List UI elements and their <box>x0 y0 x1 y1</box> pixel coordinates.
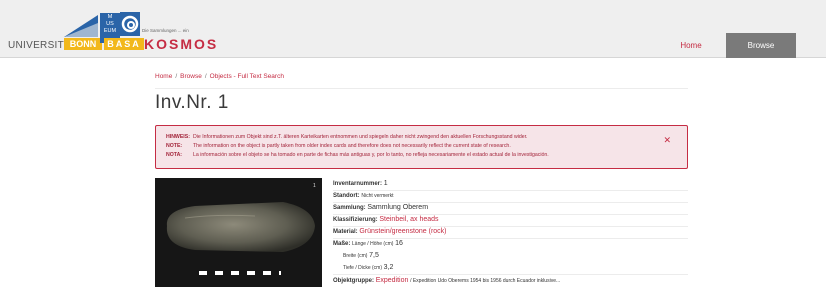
breadcrumb: Home / Browse / Objects - Full Text Search <box>155 73 284 80</box>
alert-row-es: NOTA: La información sobre el objeto se h… <box>166 152 549 158</box>
stone-axe-image: 1 <box>166 183 316 275</box>
nav-browse-link[interactable]: Browse <box>726 33 796 58</box>
breadcrumb-home[interactable]: Home <box>155 73 172 80</box>
logo-basa-text: BASA <box>104 38 144 50</box>
object-photo[interactable]: 1 <box>155 178 322 287</box>
detail-material: Material: Grünstein/greenstone (rock) <box>333 228 447 235</box>
page-title: Inv.Nr. 1 <box>155 92 229 113</box>
breadcrumb-browse[interactable]: Browse <box>180 73 202 80</box>
classification-link[interactable]: Steinbeil, ax heads <box>379 216 438 223</box>
photo-corner-mark: 1 <box>313 183 316 189</box>
breadcrumb-search[interactable]: Objects - Full Text Search <box>210 73 284 80</box>
detail-inventory: Inventarnummer: 1 <box>333 180 388 187</box>
detail-width: Breite (cm) 7,5 <box>343 252 379 259</box>
detail-object-group: Objektgruppe: Expedition / Expedition Ud… <box>333 277 561 284</box>
site-logo[interactable]: UNIVERSITÄT BONN M US EUM BASA Die Samml… <box>6 10 216 52</box>
site-header: UNIVERSITÄT BONN M US EUM BASA Die Samml… <box>0 0 826 58</box>
logo-tagline: Die Sammlungen ... ein <box>142 28 189 33</box>
logo-shape-icon <box>64 15 98 37</box>
expedition-link[interactable]: Expedition <box>376 277 409 284</box>
detail-classification: Klassifizierung: Steinbeil, ax heads <box>333 216 439 223</box>
close-icon[interactable]: ✕ <box>663 135 671 146</box>
logo-kosmos-text: KOSMOS <box>144 36 219 52</box>
detail-location: Standort: Nicht vermerkt <box>333 193 394 199</box>
info-alert: HINWEIS: Die Informationen zum Objekt sin… <box>155 125 688 169</box>
material-link[interactable]: Grünstein/greenstone (rock) <box>359 228 446 235</box>
title-divider <box>155 88 688 89</box>
detail-dimensions: Maße: Länge / Höhe (cm) 16 <box>333 240 403 247</box>
detail-collection: Sammlung: Sammlung Oberem <box>333 204 429 211</box>
logo-bonn-text: BONN <box>64 38 102 50</box>
alert-row-de: HINWEIS: Die Informationen zum Objekt sin… <box>166 134 528 140</box>
alert-row-en: NOTE: The information on the object is pa… <box>166 143 511 149</box>
nav-home-link[interactable]: Home <box>661 33 721 58</box>
detail-depth: Tiefe / Dicke (cm) 3,2 <box>343 264 394 271</box>
logo-swirl-icon <box>120 12 140 36</box>
